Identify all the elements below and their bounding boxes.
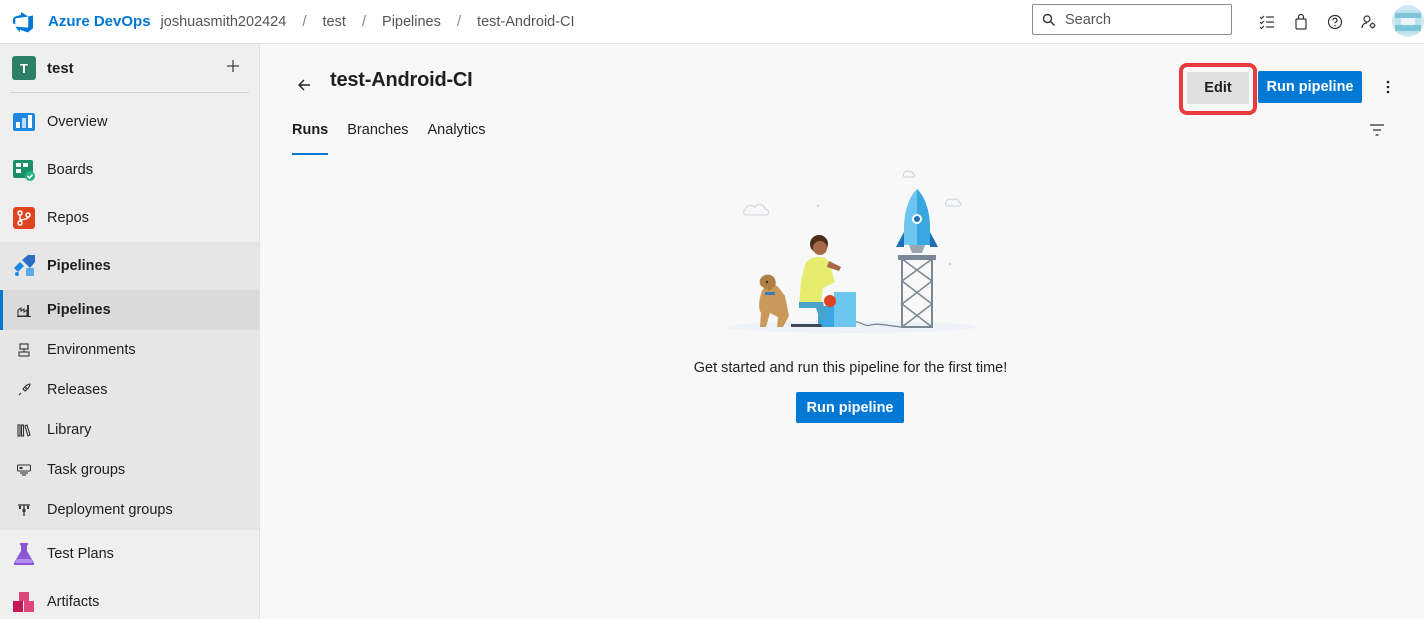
- deployment-groups-icon: [18, 504, 30, 516]
- run-pipeline-cta-button[interactable]: Run pipeline: [796, 392, 904, 423]
- artifacts-icon: [13, 592, 34, 612]
- project-name: test: [47, 59, 74, 77]
- task-list-icon[interactable]: [1250, 5, 1284, 39]
- plus-icon[interactable]: [223, 56, 243, 76]
- sidebar-subitem-releases[interactable]: Releases: [0, 370, 259, 410]
- sidebar-subitem-label: Environments: [47, 342, 136, 358]
- breadcrumb-separator: /: [456, 13, 462, 30]
- sidebar-item-label: Test Plans: [47, 546, 114, 562]
- sidebar-item-boards[interactable]: Boards: [0, 146, 259, 194]
- sidebar-subitem-deployment-groups[interactable]: Deployment groups: [0, 490, 259, 530]
- search-input[interactable]: [1065, 11, 1225, 28]
- pipelines-sub-icon: [17, 305, 31, 317]
- sidebar-subitem-label: Task groups: [47, 462, 126, 478]
- azure-devops-logo-icon: [13, 11, 33, 32]
- sidebar-subitem-library[interactable]: Library: [0, 410, 259, 450]
- filter-icon[interactable]: [1368, 121, 1386, 139]
- sidebar-item-label: Pipelines: [47, 258, 111, 274]
- project-header[interactable]: T test: [0, 44, 259, 92]
- run-pipeline-button[interactable]: Run pipeline: [1258, 71, 1362, 103]
- back-arrow-icon[interactable]: [294, 74, 316, 96]
- sidebar-item-repos[interactable]: Repos: [0, 194, 259, 242]
- sidebar-item-test-plans[interactable]: Test Plans: [0, 530, 259, 578]
- test-plans-icon: [13, 543, 35, 565]
- environments-icon: [18, 343, 30, 357]
- sidebar-item-label: Overview: [47, 114, 108, 130]
- breadcrumb-pipelines[interactable]: Pipelines: [382, 14, 441, 30]
- breadcrumb-pipeline[interactable]: test-Android-CI: [477, 14, 575, 30]
- library-icon: [17, 424, 31, 437]
- sidebar-subitem-label: Releases: [47, 382, 108, 398]
- brand[interactable]: Azure DevOps: [13, 11, 151, 33]
- search-icon: [1042, 13, 1055, 26]
- shopping-bag-icon[interactable]: [1284, 5, 1318, 39]
- search-box[interactable]: [1032, 4, 1232, 35]
- breadcrumb-organization[interactable]: joshuasmith202424: [161, 14, 287, 30]
- main-content: test-Android-CI Edit Run pipeline Runs B…: [261, 44, 1424, 619]
- overview-icon: [13, 113, 35, 131]
- sidebar-item-overview[interactable]: Overview: [0, 98, 259, 146]
- sidebar-subitem-label: Deployment groups: [47, 502, 173, 518]
- tab-analytics[interactable]: Analytics: [428, 122, 486, 155]
- top-bar: Azure DevOps joshuasmith202424 / test / …: [0, 0, 1424, 44]
- sidebar-item-label: Artifacts: [47, 594, 100, 610]
- more-options-icon[interactable]: [1377, 76, 1399, 98]
- sidebar-subitem-label: Pipelines: [47, 302, 111, 318]
- project-badge: T: [12, 56, 36, 80]
- tab-branches[interactable]: Branches: [347, 122, 408, 155]
- user-settings-icon[interactable]: [1352, 5, 1386, 39]
- edit-button[interactable]: Edit: [1187, 72, 1249, 104]
- task-groups-icon: [17, 464, 31, 476]
- empty-state-illustration: [726, 170, 976, 333]
- sidebar: T test Overview Boards Repos Pipelines P…: [0, 44, 260, 619]
- help-icon[interactable]: [1318, 5, 1352, 39]
- pipelines-icon: [14, 255, 35, 276]
- divider: [10, 92, 249, 93]
- breadcrumb: joshuasmith202424 / test / Pipelines / t…: [161, 13, 575, 30]
- sidebar-subitem-label: Library: [47, 422, 92, 438]
- breadcrumb-separator: /: [361, 13, 367, 30]
- empty-state-message: Get started and run this pipeline for th…: [693, 360, 1008, 376]
- repos-icon: [13, 207, 35, 229]
- breadcrumb-separator: /: [302, 13, 307, 30]
- sidebar-item-artifacts[interactable]: Artifacts: [0, 578, 259, 619]
- brand-name: Azure DevOps: [48, 13, 151, 30]
- page-title: test-Android-CI: [330, 69, 473, 91]
- pipelines-group: Pipelines Pipelines Environments Release…: [0, 242, 259, 530]
- boards-icon: [13, 160, 35, 181]
- sidebar-subitem-environments[interactable]: Environments: [0, 330, 259, 370]
- sidebar-subitem-task-groups[interactable]: Task groups: [0, 450, 259, 490]
- sidebar-item-pipelines[interactable]: Pipelines: [0, 242, 259, 290]
- sidebar-item-label: Boards: [47, 162, 93, 178]
- breadcrumb-project[interactable]: test: [322, 14, 345, 30]
- tab-bar: Runs Branches Analytics: [292, 122, 505, 155]
- top-icons: [1250, 0, 1386, 44]
- tab-runs[interactable]: Runs: [292, 122, 329, 155]
- releases-icon: [18, 383, 31, 396]
- sidebar-item-label: Repos: [47, 210, 89, 226]
- sidebar-subitem-pipelines[interactable]: Pipelines: [0, 290, 259, 330]
- avatar[interactable]: [1392, 5, 1424, 37]
